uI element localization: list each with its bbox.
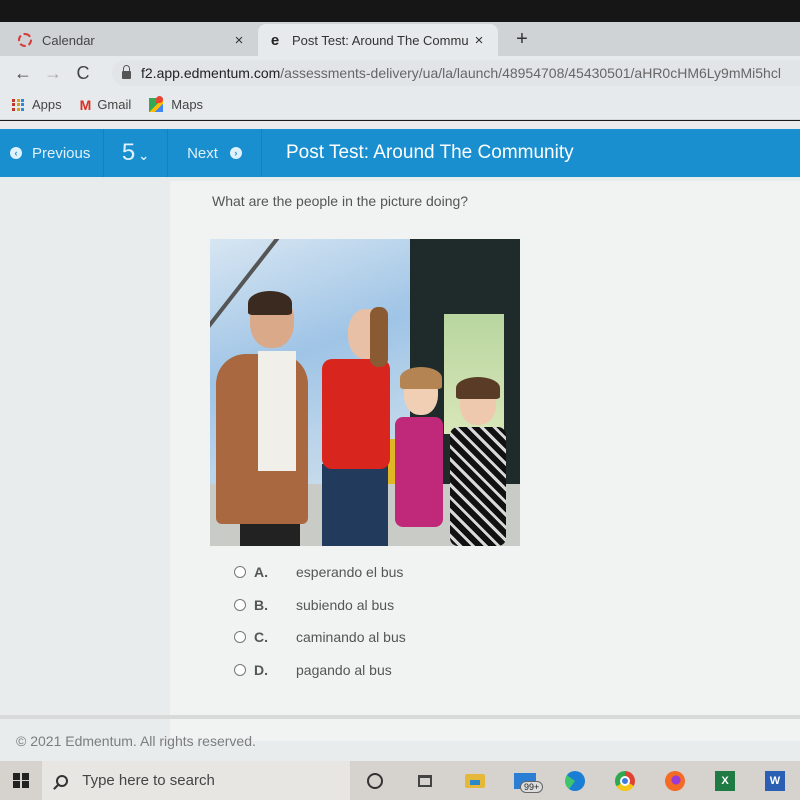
word-icon: W xyxy=(765,770,785,791)
cortana-icon xyxy=(367,772,383,789)
question-prompt: What are the people in the picture doing… xyxy=(212,193,469,209)
radio-button[interactable] xyxy=(234,663,246,676)
copyright-text: © 2021 Edmentum. All rights reserved. xyxy=(16,733,256,749)
page-content: ‹ Previous 5 ⌄ Next › Post Test: Around … xyxy=(0,121,800,761)
tab-title: Calendar xyxy=(42,32,95,48)
option-letter: D. xyxy=(254,661,268,678)
start-button[interactable] xyxy=(0,761,42,800)
next-arrow-icon: › xyxy=(229,147,242,159)
option-text: subiendo al bus xyxy=(296,596,395,613)
test-title: Post Test: Around The Community xyxy=(286,142,574,163)
answer-option-a[interactable]: A. esperando el bus xyxy=(234,556,406,589)
url-path: /assessments-delivery/ua/la/launch/48954… xyxy=(280,65,781,81)
option-text: caminando al bus xyxy=(296,629,406,646)
forward-button[interactable]: → xyxy=(38,63,68,84)
woman-figure xyxy=(370,307,388,367)
search-placeholder: Type here to search xyxy=(82,772,215,789)
lock-icon xyxy=(122,65,131,79)
woman-figure xyxy=(322,464,388,546)
bookmark-maps[interactable]: Maps xyxy=(149,95,204,112)
chrome-button[interactable] xyxy=(600,761,650,800)
tab-post-test[interactable]: e Post Test: Around The Communit × xyxy=(258,24,498,56)
screen-bezel xyxy=(0,0,800,22)
url-host: f2.app.edmentum.com xyxy=(141,65,281,81)
maps-icon xyxy=(149,95,164,112)
bookmark-label: Apps xyxy=(32,97,62,112)
file-explorer-button[interactable] xyxy=(450,761,500,800)
answer-option-c[interactable]: C. caminando al bus xyxy=(234,621,406,654)
option-text: esperando el bus xyxy=(296,564,404,581)
girl-figure xyxy=(450,427,506,546)
bookmark-label: Maps xyxy=(171,97,204,112)
question-image xyxy=(210,239,520,546)
footer-divider xyxy=(0,715,800,719)
address-bar[interactable]: f2.app.edmentum.com/assessments-delivery… xyxy=(112,60,800,86)
edge-icon xyxy=(565,770,585,791)
question-panel: What are the people in the picture doing… xyxy=(170,181,800,741)
answer-option-b[interactable]: B. subiendo al bus xyxy=(234,589,406,622)
edge-button[interactable] xyxy=(550,761,600,800)
option-letter: A. xyxy=(254,564,268,581)
search-icon xyxy=(56,774,69,787)
bookmark-label: Gmail xyxy=(97,97,132,112)
word-button[interactable]: W xyxy=(750,761,800,800)
girl-figure xyxy=(400,367,442,389)
taskbar: Type here to search 99+ X W xyxy=(0,761,800,800)
navigation-bar: ← → C f2.app.edmentum.com/assessments-de… xyxy=(0,56,800,90)
file-explorer-icon xyxy=(465,773,485,788)
tab-calendar[interactable]: Calendar × xyxy=(0,24,258,56)
girl-figure xyxy=(456,377,500,399)
pinned-apps: 99+ X W xyxy=(350,761,800,800)
excel-icon: X xyxy=(715,770,735,791)
option-text: pagando al bus xyxy=(296,661,392,678)
girl-figure xyxy=(395,417,443,527)
radio-button[interactable] xyxy=(234,566,246,579)
answer-options: A. esperando el bus B. subiendo al bus C… xyxy=(234,556,406,686)
reload-button[interactable]: C xyxy=(68,63,98,84)
close-tab-icon[interactable]: × xyxy=(228,32,250,49)
windows-logo-icon xyxy=(13,772,29,789)
bookmark-gmail[interactable]: M Gmail xyxy=(80,97,132,113)
chevron-down-icon: ⌄ xyxy=(138,148,150,163)
calendar-favicon-icon xyxy=(18,33,32,47)
close-tab-icon[interactable]: × xyxy=(468,32,490,49)
previous-button[interactable]: ‹ Previous xyxy=(0,129,104,177)
apps-grid-icon xyxy=(12,98,24,111)
previous-label: Previous xyxy=(32,144,91,162)
question-number: 5 xyxy=(121,139,136,166)
radio-button[interactable] xyxy=(234,598,246,611)
mail-badge: 99+ xyxy=(520,781,544,793)
firefox-icon xyxy=(665,770,685,791)
firefox-button[interactable] xyxy=(650,761,700,800)
previous-arrow-icon: ‹ xyxy=(10,147,22,159)
edmentum-favicon-icon: e xyxy=(270,31,280,49)
task-view-button[interactable] xyxy=(400,761,450,800)
option-letter: B. xyxy=(254,596,268,613)
gmail-icon: M xyxy=(79,96,92,113)
tab-title: Post Test: Around The Communit xyxy=(292,32,468,48)
next-label: Next xyxy=(187,144,218,162)
chrome-icon xyxy=(615,770,635,791)
task-view-icon xyxy=(418,774,432,787)
excel-button[interactable]: X xyxy=(700,761,750,800)
new-tab-button[interactable]: + xyxy=(510,28,534,51)
bookmarks-bar: Apps M Gmail Maps xyxy=(0,90,800,120)
radio-button[interactable] xyxy=(234,631,246,644)
tab-strip: Calendar × e Post Test: Around The Commu… xyxy=(0,22,800,56)
man-figure xyxy=(248,291,292,315)
answer-option-d[interactable]: D. pagando al bus xyxy=(234,654,406,687)
mail-button[interactable]: 99+ xyxy=(500,761,550,800)
option-letter: C. xyxy=(254,629,268,646)
question-number-dropdown[interactable]: 5 ⌄ xyxy=(104,129,168,177)
man-figure xyxy=(258,351,296,471)
taskbar-search-box[interactable]: Type here to search xyxy=(42,761,350,800)
woman-figure xyxy=(322,359,390,469)
assessment-toolbar: ‹ Previous 5 ⌄ Next › Post Test: Around … xyxy=(0,129,800,177)
back-button[interactable]: ← xyxy=(8,63,38,84)
cortana-button[interactable] xyxy=(350,761,400,800)
next-button[interactable]: Next › xyxy=(168,129,262,177)
bookmark-apps[interactable]: Apps xyxy=(12,97,62,112)
